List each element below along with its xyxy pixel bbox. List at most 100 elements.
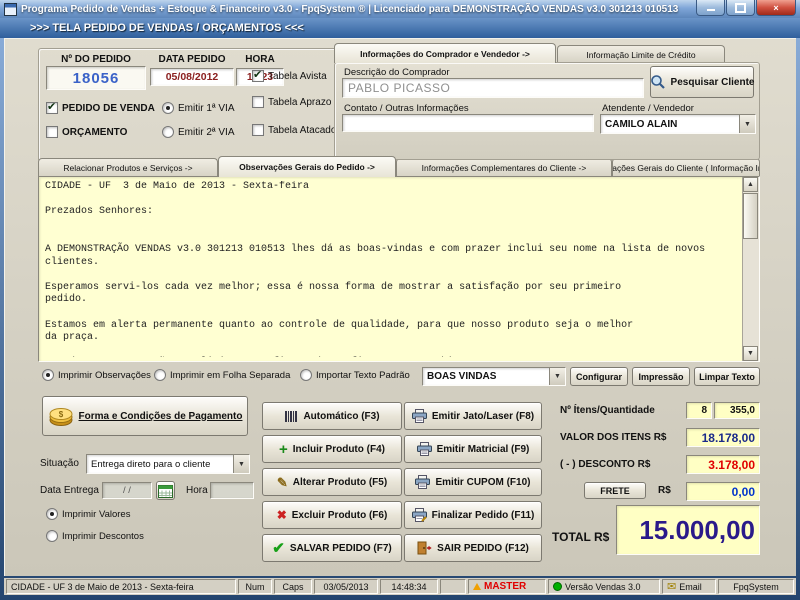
sair-pedido-label: SAIR PEDIDO (F12) [437,543,529,554]
order-number-label: Nº DO PEDIDO [46,54,146,65]
tab-comprador-vendedor[interactable]: Informações do Comprador e Vendedor -> [334,43,556,63]
tab-limite-credito[interactable]: Informação Limite de Crédito [557,45,725,63]
automatico-button[interactable]: Automático (F3) [262,402,402,430]
maximize-icon [735,3,746,13]
chevron-down-icon[interactable]: ▼ [233,455,249,473]
desconto-value: 3.178,00 [708,458,755,472]
window-controls: × [695,0,796,16]
vertical-scrollbar[interactable]: ▲ ▼ [742,177,759,361]
tab-informacoes-complementares[interactable]: Informações Complementares do Cliente -> [396,158,612,177]
pencil-icon: ✎ [277,476,288,489]
scroll-down-button[interactable]: ▼ [743,346,758,361]
minimize-button[interactable] [696,0,725,16]
emitir-2via-label: Emitir 2ª VIA [178,127,235,138]
checkbox-tabela-atacado[interactable]: Tabela Atacado [252,124,336,136]
status-numlock: Num [238,579,272,594]
impressao-button[interactable]: Impressão [632,367,690,386]
total-box: 15.000,00 [616,505,760,555]
checkbox-tabela-aprazo[interactable]: Tabela Aprazo [252,96,331,108]
emitir-cupom-button[interactable]: Emitir CUPOM (F10) [404,468,542,496]
sair-pedido-button[interactable]: SAIR PEDIDO (F12) [404,534,542,562]
radio-unselected-icon [300,369,312,381]
checkbox-checked-icon [252,70,264,82]
scrollbar-thumb[interactable] [743,193,758,239]
radio-importar-texto[interactable]: Importar Texto Padrão [300,369,410,381]
data-entrega-input[interactable]: / / [102,482,152,499]
radio-folha-separada[interactable]: Imprimir em Folha Separada [154,369,290,381]
quantidade-box: 355,0 [714,402,760,419]
order-date-value: 05/08/2012 [166,71,219,83]
folha-separada-label: Imprimir em Folha Separada [170,370,290,381]
tab-limite-credito-label: Informação Limite de Crédito [586,50,695,60]
attendant-label: Atendente / Vendedor [602,103,694,114]
orcamento-label: ORÇAMENTO [62,127,127,138]
excluir-produto-button[interactable]: ✖ Excluir Produto (F6) [262,501,402,529]
emitir-jato-laser-button[interactable]: Emitir Jato/Laser (F8) [404,402,542,430]
tabela-avista-label: Tabela Avista [268,71,327,82]
imprimir-valores-label: Imprimir Valores [62,509,130,520]
hora-entrega-input[interactable] [210,482,254,499]
radio-imprimir-descontos[interactable]: Imprimir Descontos [46,530,144,542]
chevron-down-icon[interactable]: ▼ [739,115,755,133]
incluir-produto-button[interactable]: + Incluir Produto (F4) [262,435,402,463]
checkbox-pedido-de-venda[interactable]: PEDIDO DE VENDA [46,102,155,114]
pesquisar-cliente-button[interactable]: Pesquisar Cliente [650,66,754,98]
buyer-description-input[interactable]: PABLO PICASSO [342,78,644,98]
printer-icon [417,442,432,456]
close-button[interactable]: × [756,0,796,16]
radio-unselected-icon [46,530,58,542]
tab-relacionar-produtos-label: Relacionar Produtos e Serviços -> [63,163,192,173]
status-location: CIDADE - UF 3 de Maio de 2013 - Sexta-fe… [6,579,236,594]
tab-observacoes-pedido[interactable]: Observações Gerais do Pedido -> [218,156,396,177]
texto-padrao-dropdown[interactable]: BOAS VINDAS ▼ [422,367,566,386]
tab-relacionar-produtos[interactable]: Relacionar Produtos e Serviços -> [38,158,218,177]
emitir-matricial-label: Emitir Matricial (F9) [437,444,530,455]
situacao-dropdown[interactable]: Entrega direto para o cliente ▼ [86,454,250,474]
quantidade-value: 355,0 [730,405,755,416]
emitir-cupom-label: Emitir CUPOM (F10) [435,477,530,488]
contact-input-wrap [342,114,594,132]
status-time: 14:48:34 [380,579,438,594]
checkbox-unchecked-icon [252,124,264,136]
maximize-button[interactable] [726,0,755,16]
limpar-texto-label: Limpar Texto [699,372,755,382]
radio-imprimir-valores[interactable]: Imprimir Valores [46,508,130,520]
tab-informacoes-complementares-label: Informações Complementares do Cliente -> [422,163,587,173]
salvar-pedido-button[interactable]: ✔ SALVAR PEDIDO (F7) [262,534,402,562]
contact-label: Contato / Outras Informações [344,103,469,114]
configurar-button[interactable]: Configurar [570,367,628,386]
scroll-up-button[interactable]: ▲ [743,177,758,192]
valor-itens-label: VALOR DOS ITENS R$ [560,432,667,443]
automatico-label: Automático (F3) [303,411,379,422]
attendant-dropdown[interactable]: CAMILO ALAIN ▼ [600,114,756,134]
limpar-texto-button[interactable]: Limpar Texto [694,367,760,386]
calendar-button[interactable] [156,481,175,500]
frete-button[interactable]: FRETE [584,482,646,499]
chevron-down-icon[interactable]: ▼ [549,368,565,385]
emitir-matricial-button[interactable]: Emitir Matricial (F9) [404,435,542,463]
checkbox-tabela-avista[interactable]: Tabela Avista [252,70,327,82]
frete-box: 0,00 [686,482,760,501]
title-bar: Programa Pedido de Vendas + Estoque & Fi… [0,0,800,18]
screen-header-text: >>> TELA PEDIDO DE VENDAS / ORÇAMENTOS <… [30,22,304,34]
tabela-aprazo-label: Tabela Aprazo [268,97,331,108]
configurar-label: Configurar [576,372,622,382]
status-email[interactable]: ✉ Email [662,579,716,594]
radio-selected-icon [162,102,174,114]
forma-pagamento-button[interactable]: $ Forma e Condições de Pagamento [42,396,248,436]
radio-emitir-2via[interactable]: Emitir 2ª VIA [162,126,235,138]
search-icon [650,74,666,90]
app-icon [4,3,17,16]
observations-textarea[interactable]: CIDADE - UF 3 de Maio de 2013 - Sexta-fe… [38,176,760,362]
radio-emitir-1via[interactable]: Emitir 1ª VIA [162,102,235,114]
emitir-jato-laser-label: Emitir Jato/Laser (F8) [432,411,534,422]
checkbox-orcamento[interactable]: ORÇAMENTO [46,126,127,138]
texto-padrao-value: BOAS VINDAS [423,368,549,385]
radio-unselected-icon [154,369,166,381]
contact-input[interactable] [343,115,593,131]
finalizar-pedido-button[interactable]: Finalizar Pedido (F11) [404,501,542,529]
alterar-produto-button[interactable]: ✎ Alterar Produto (F5) [262,468,402,496]
buyer-description-value: PABLO PICASSO [348,81,450,95]
tab-observacoes-cliente[interactable]: Observações Gerais do Cliente ( Informaç… [612,158,760,177]
radio-imprimir-observacoes[interactable]: Imprimir Observações [42,369,151,381]
